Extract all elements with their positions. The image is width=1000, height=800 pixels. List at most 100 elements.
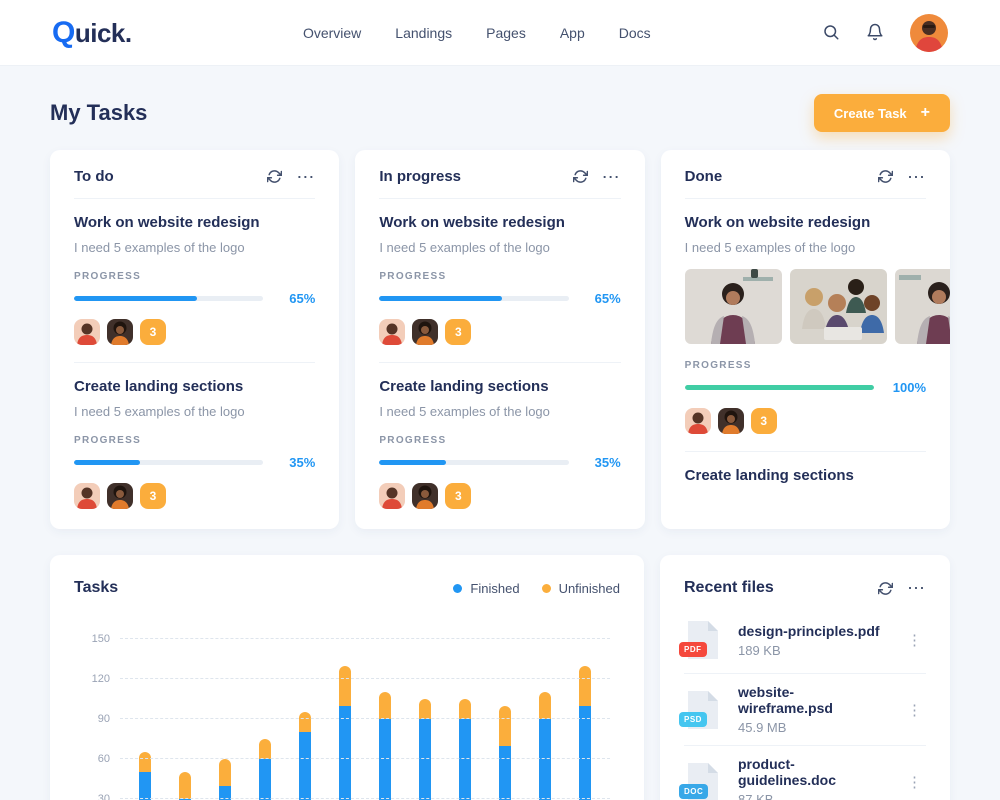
refresh-icon[interactable] <box>572 169 588 184</box>
column-header: To do ⋯ <box>74 168 316 199</box>
progress-percent: 35% <box>594 455 621 470</box>
column-todo: To do ⋯ Work on website redesign I need … <box>50 150 340 529</box>
assignee-avatar-1 <box>379 483 406 509</box>
task-card[interactable]: Create landing sections I need 5 example… <box>379 362 621 509</box>
refresh-icon[interactable] <box>267 169 283 184</box>
task-card[interactable]: Work on website redesign I need 5 exampl… <box>74 199 315 345</box>
file-menu-icon[interactable]: ⋮ <box>903 701 926 719</box>
assignee-avatar-2 <box>107 483 133 509</box>
gridline <box>120 638 610 639</box>
assignee-avatar-1 <box>379 319 406 345</box>
create-task-label: Create Task <box>833 105 907 121</box>
logo-q: Q <box>52 15 75 49</box>
stacked-bar <box>499 705 511 800</box>
file-size: 189 KB <box>738 642 781 658</box>
bar-chart-bars: Jan Feb Mar Apr May Jun Jul Aug Sep Oct Nov Dec <box>120 639 610 800</box>
gridline <box>120 758 610 759</box>
team-photo-1 <box>684 269 782 344</box>
column-done: Done ⋯ Work on website redesign I need 5… <box>660 150 950 529</box>
stacked-bar <box>539 692 551 800</box>
task-subtitle: I need 5 examples of the logo <box>684 240 856 255</box>
doc-file-icon: DOC <box>679 759 722 800</box>
task-subtitle: I need 5 examples of the logo <box>379 404 550 419</box>
bar-slot-aug: Aug <box>410 639 440 800</box>
y-axis-tick: 120 <box>91 673 110 685</box>
finished-segment <box>459 719 471 800</box>
unfinished-segment <box>579 665 591 706</box>
nav-item-overview[interactable]: Overview <box>303 25 361 41</box>
progress-bar <box>74 296 264 301</box>
task-card[interactable]: Create landing sections <box>684 451 926 484</box>
progress-bar <box>684 385 874 390</box>
notifications-bell-icon[interactable] <box>866 23 886 43</box>
bar-slot-dec: Dec <box>570 639 600 800</box>
gridline <box>120 678 610 679</box>
brand-logo[interactable]: Quick. <box>52 16 132 50</box>
finished-segment <box>579 705 591 800</box>
file-menu-icon[interactable]: ⋮ <box>903 773 926 791</box>
unfinished-dot-icon <box>541 583 551 593</box>
y-axis-tick: 30 <box>97 793 110 800</box>
assignee-avatar-2 <box>107 319 133 345</box>
nav-item-pages[interactable]: Pages <box>486 25 526 41</box>
file-type-badge: PDF <box>679 642 707 657</box>
task-subtitle: I need 5 examples of the logo <box>74 404 245 419</box>
progress-label: PROGRESS <box>379 271 447 282</box>
task-title: Create landing sections <box>74 378 244 395</box>
nav-item-app[interactable]: App <box>560 25 585 41</box>
stacked-bar <box>259 739 271 800</box>
search-icon[interactable] <box>822 23 842 43</box>
progress-percent: 65% <box>289 291 316 306</box>
y-axis-tick: 60 <box>97 753 110 765</box>
task-card[interactable]: Create landing sections I need 5 example… <box>74 362 316 509</box>
stacked-bar <box>299 712 311 800</box>
file-list: PDF design-principles.pdf 189 KB ⋮ PSD w… <box>679 607 926 800</box>
assignees: 3 <box>379 319 620 345</box>
more-options-icon[interactable]: ⋯ <box>602 168 621 186</box>
pdf-file-icon: PDF <box>679 617 722 663</box>
file-menu-icon[interactable]: ⋮ <box>903 631 926 649</box>
nav-item-docs[interactable]: Docs <box>619 25 651 41</box>
column-title: To do <box>74 168 114 185</box>
column-title: In progress <box>379 168 462 185</box>
file-row[interactable]: PSD website-wireframe.psd 45.9 MB ⋮ <box>679 673 926 745</box>
legend-finished-label: Finished <box>470 580 520 596</box>
refresh-icon[interactable] <box>877 581 894 596</box>
user-avatar[interactable] <box>910 13 948 52</box>
gridline <box>120 718 610 719</box>
unfinished-segment <box>499 705 511 746</box>
progress-bar <box>379 296 569 301</box>
chart-legend: Finished Unfinished <box>453 581 620 596</box>
nav-item-landings[interactable]: Landings <box>395 25 452 41</box>
more-options-icon[interactable]: ⋯ <box>907 579 926 597</box>
assignees: 3 <box>684 408 926 434</box>
recent-files-card: Recent files ⋯ PDF design-principles.pdf <box>660 555 950 800</box>
file-size: 45.9 MB <box>738 720 787 735</box>
file-type-badge: DOC <box>679 783 709 799</box>
unfinished-segment <box>379 692 391 719</box>
file-row[interactable]: DOC product-guidelines.doc 87 KB ⋮ <box>679 745 926 800</box>
unfinished-segment <box>299 712 311 733</box>
create-task-button[interactable]: Create Task + <box>813 94 950 132</box>
stacked-bar <box>419 699 431 800</box>
bar-slot-oct: Oct <box>490 639 520 800</box>
assignee-avatar-1 <box>74 483 100 509</box>
task-card[interactable]: Work on website redesign I need 5 exampl… <box>379 199 621 345</box>
assignee-count-badge: 3 <box>750 408 777 434</box>
bar-slot-nov: Nov <box>530 639 560 800</box>
stacked-bar <box>579 665 591 800</box>
progress-label: PROGRESS <box>379 435 447 446</box>
file-size: 87 KB <box>738 792 774 800</box>
file-row[interactable]: PDF design-principles.pdf 189 KB ⋮ <box>679 607 926 673</box>
refresh-icon[interactable] <box>877 169 894 184</box>
file-name: design-principles.pdf <box>738 622 880 639</box>
task-title: Work on website redesign <box>379 214 565 231</box>
task-card[interactable]: Work on website redesign I need 5 exampl… <box>684 199 950 434</box>
legend-unfinished-label: Unfinished <box>558 580 620 596</box>
more-options-icon[interactable]: ⋯ <box>907 168 926 186</box>
file-name: website-wireframe.psd <box>738 684 833 716</box>
more-options-icon[interactable]: ⋯ <box>296 168 315 186</box>
finished-segment <box>499 745 511 800</box>
finished-segment <box>379 719 391 800</box>
task-attachment-photos <box>684 269 950 344</box>
